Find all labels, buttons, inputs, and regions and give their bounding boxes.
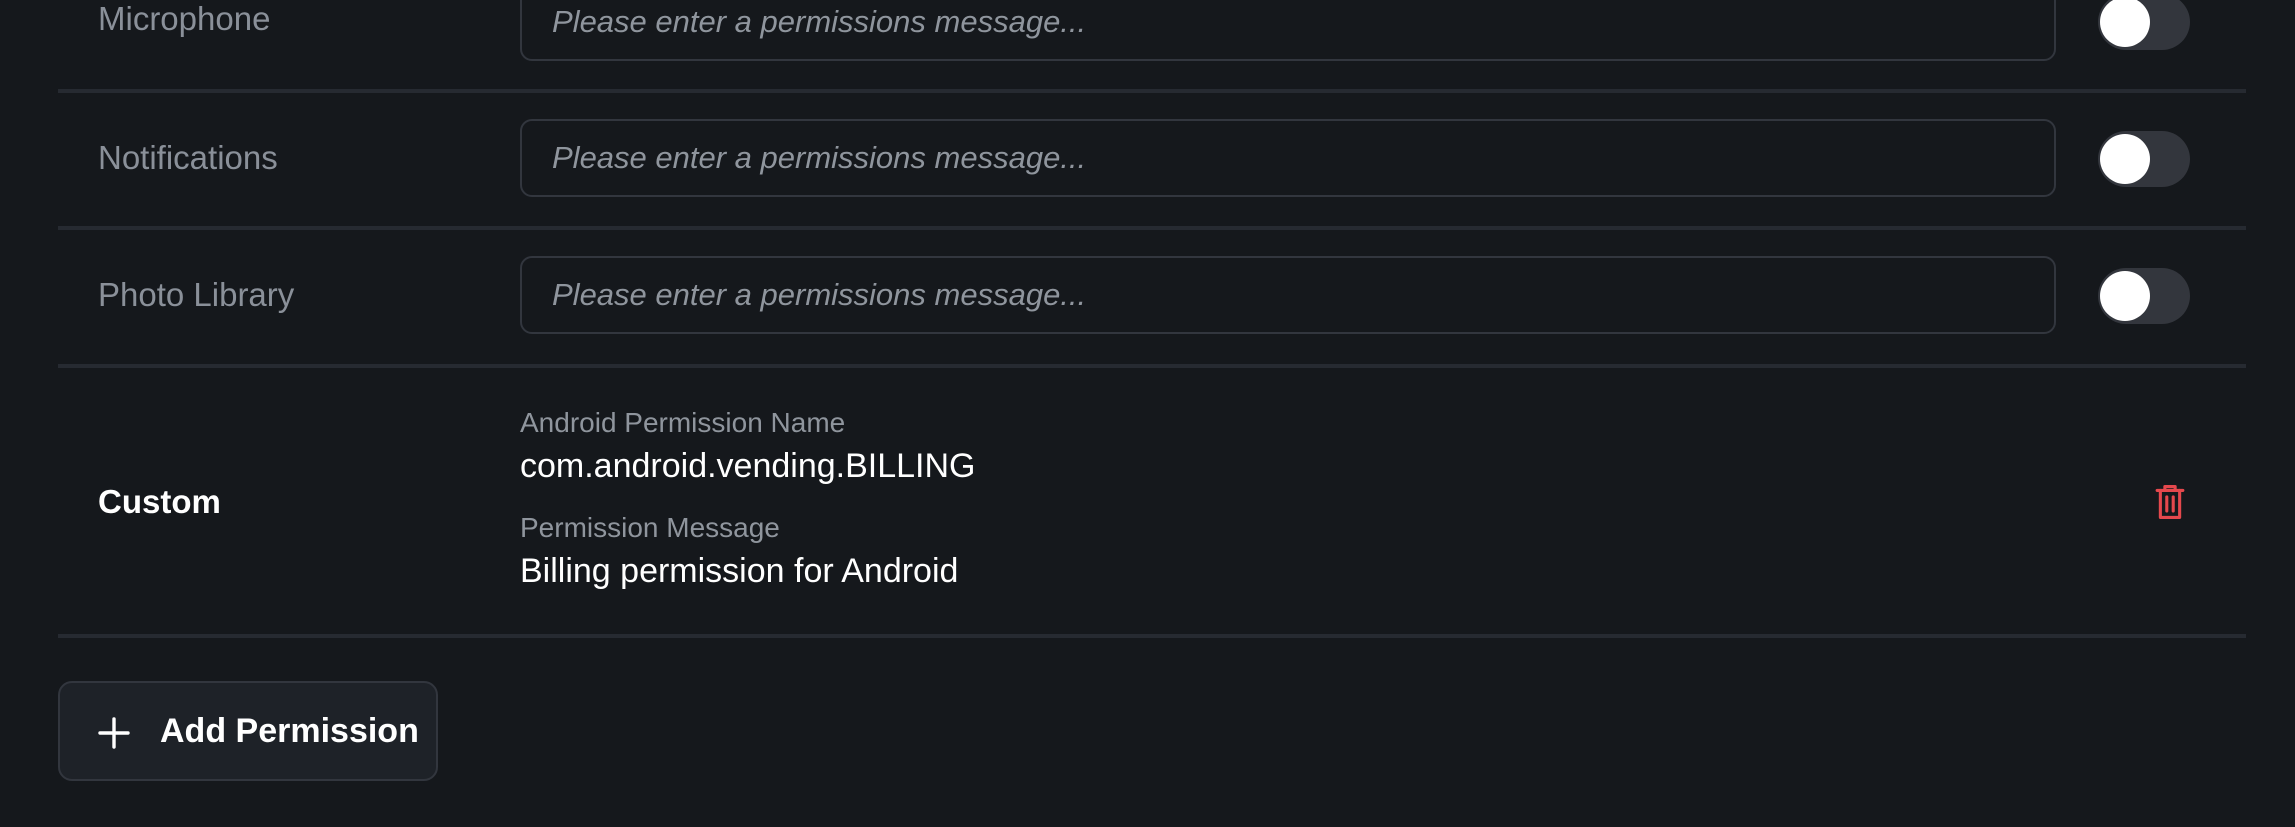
android-permission-name-caption: Android Permission Name <box>520 407 846 438</box>
android-permission-name-value: com.android.vending.BILLING <box>520 447 976 485</box>
permission-message-input[interactable] <box>520 119 2056 197</box>
permission-message-input[interactable] <box>520 0 2056 61</box>
permission-label: Photo Library <box>98 276 295 313</box>
permissions-panel: Microphone Notifications Photo Library C… <box>58 0 2246 827</box>
add-permission-label: Add Permission <box>160 712 419 750</box>
toggle-knob <box>2100 271 2150 321</box>
toggle-knob <box>2100 134 2150 184</box>
permission-row-microphone: Microphone <box>58 0 2246 93</box>
custom-permission-title: Custom <box>98 483 221 520</box>
permission-toggle[interactable] <box>2098 0 2190 50</box>
permission-message-input[interactable] <box>520 256 2056 334</box>
permission-label: Notifications <box>98 139 278 176</box>
permission-message-value: Billing permission for Android <box>520 552 959 590</box>
permission-label: Microphone <box>98 0 271 37</box>
toggle-knob <box>2100 0 2150 47</box>
permission-toggle[interactable] <box>2098 268 2190 324</box>
permission-row-notifications: Notifications <box>58 93 2246 230</box>
plus-icon <box>98 717 130 749</box>
permission-row-photo-library: Photo Library <box>58 230 2246 368</box>
add-permission-button[interactable]: Add Permission <box>58 681 438 781</box>
permission-message-caption: Permission Message <box>520 512 780 543</box>
trash-icon[interactable] <box>2154 484 2186 520</box>
permission-toggle[interactable] <box>2098 131 2190 187</box>
custom-permission-row: Custom Android Permission Name com.andro… <box>58 368 2246 638</box>
